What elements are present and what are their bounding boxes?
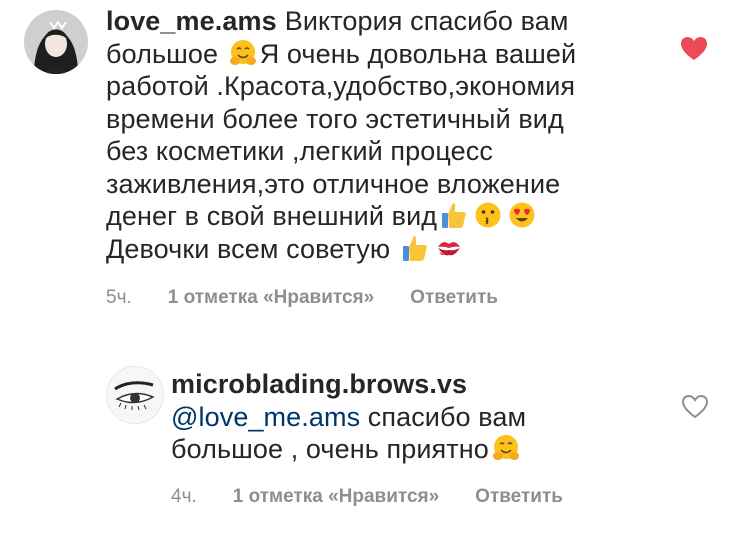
hugging-face-emoji-icon xyxy=(492,435,519,460)
heart-eyes-emoji-icon xyxy=(509,202,535,228)
comment-item: love_me.ams Виктория спасибо вам большое … xyxy=(0,0,750,330)
comment-meta: 5ч. 1 отметка «Нравится» Ответить xyxy=(106,287,498,309)
avatar[interactable] xyxy=(24,10,88,74)
reply-button[interactable]: Ответить xyxy=(410,287,498,309)
kiss-mark-emoji-icon xyxy=(437,241,460,255)
avatar-photo-icon xyxy=(24,10,88,74)
comment-username[interactable]: microblading.brows.vs xyxy=(171,369,467,399)
comment-timestamp: 4ч. xyxy=(171,486,197,507)
reply-comment-text: microblading.brows.vs @love_me.ams спаси… xyxy=(171,369,527,464)
comment-text: love_me.ams Виктория спасибо вам большое … xyxy=(106,6,577,264)
kissing-face-emoji-icon xyxy=(475,202,501,228)
reply-button[interactable]: Ответить xyxy=(475,486,563,508)
comment-timestamp: 5ч. xyxy=(106,287,132,308)
mention-link[interactable]: @love_me.ams xyxy=(171,402,360,432)
heart-filled-icon[interactable] xyxy=(680,36,708,62)
comment-username[interactable]: love_me.ams xyxy=(106,6,277,36)
eye-brow-logo-icon xyxy=(107,367,163,423)
thumbs-up-emoji-icon xyxy=(402,235,427,261)
avatar[interactable] xyxy=(106,366,164,424)
likes-count-link[interactable]: 1 отметка «Нравится» xyxy=(233,486,439,508)
heart-outline-icon[interactable] xyxy=(681,394,709,420)
reply-comment-meta: 4ч. 1 отметка «Нравится» Ответить xyxy=(171,486,563,508)
likes-count-link[interactable]: 1 отметка «Нравится» xyxy=(168,287,374,309)
thumbs-up-emoji-icon xyxy=(442,203,466,228)
hugging-face-emoji-icon xyxy=(229,39,256,65)
